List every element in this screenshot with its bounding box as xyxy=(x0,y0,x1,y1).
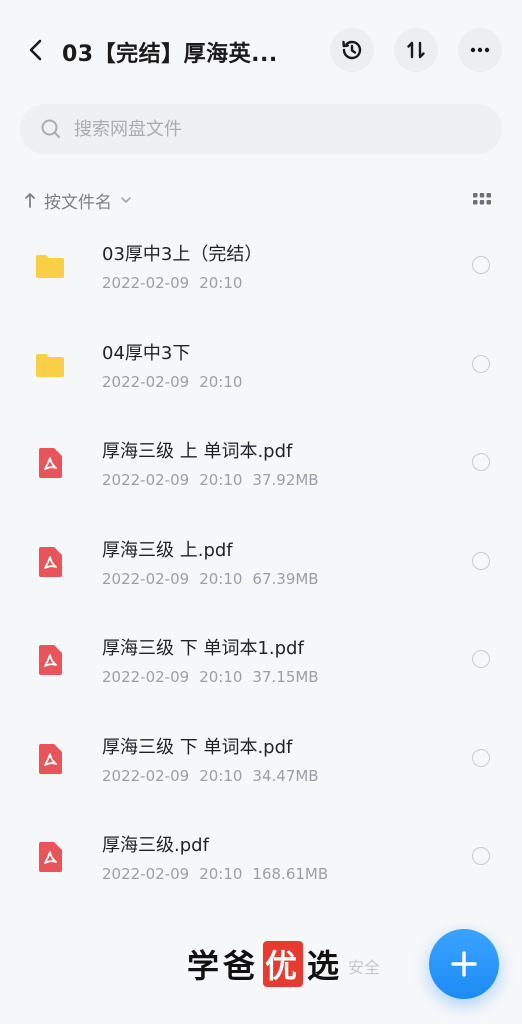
back-button[interactable] xyxy=(18,32,54,68)
select-radio[interactable] xyxy=(472,354,490,373)
file-size: 37.92MB xyxy=(252,471,319,489)
file-name: 厚海三级 上 单词本.pdf xyxy=(102,441,293,462)
watermark-text-highlight: 优 xyxy=(262,941,303,987)
file-name: 厚海三级 下 单词本.pdf xyxy=(102,736,293,758)
chevron-left-icon xyxy=(29,39,42,61)
pdf-file-icon xyxy=(39,645,62,675)
plus-icon xyxy=(451,951,477,977)
search-input[interactable] xyxy=(74,118,454,140)
file-time: 20:10 xyxy=(199,668,243,686)
select-radio[interactable] xyxy=(472,748,490,767)
watermark-logo: 学爸 优 选 xyxy=(187,941,343,987)
file-time: 20:10 xyxy=(199,274,243,292)
history-button[interactable] xyxy=(330,28,374,72)
list-item[interactable]: 厚海三级 上.pdf 2022-02-09 20:10 67.39MB xyxy=(0,512,522,611)
file-time: 20:10 xyxy=(199,865,243,883)
search-icon xyxy=(41,119,60,138)
select-radio[interactable] xyxy=(472,650,490,668)
list-item[interactable]: 厚海三级.pdf 2022-02-09 20:10 168.61MB xyxy=(0,807,522,906)
folder-icon xyxy=(36,353,64,377)
watermark-text-post: 选 xyxy=(307,947,344,985)
file-date: 2022-02-09 xyxy=(102,766,190,785)
pdf-file-icon xyxy=(39,842,62,872)
list-item[interactable]: 03厚中3上（完结） 2022-02-09 20:10 xyxy=(0,216,522,315)
select-radio[interactable] xyxy=(472,847,490,865)
select-radio[interactable] xyxy=(472,256,490,274)
file-size: 37.15MB xyxy=(252,668,319,686)
file-time: 20:10 xyxy=(199,471,243,489)
select-radio[interactable] xyxy=(472,551,490,570)
more-button[interactable] xyxy=(458,28,502,72)
sort-bar: 按文件名 xyxy=(24,186,498,214)
file-date: 2022-02-09 xyxy=(102,471,190,489)
pdf-file-icon xyxy=(39,743,62,774)
file-meta: 2022-02-09 20:10 37.92MB xyxy=(102,471,329,489)
add-button[interactable] xyxy=(429,929,499,999)
file-name: 厚海三级 下 单词本1.pdf xyxy=(102,638,304,659)
file-meta: 2022-02-09 20:10 67.39MB xyxy=(102,570,329,588)
file-name: 03厚中3上（完结） xyxy=(102,244,263,265)
file-name: 厚海三级.pdf xyxy=(102,835,209,856)
file-list: 03厚中3上（完结） 2022-02-09 20:10 04厚中3下 2022-0… xyxy=(0,216,522,906)
file-date: 2022-02-09 xyxy=(102,569,190,588)
file-meta: 2022-02-09 20:10 xyxy=(102,373,262,391)
more-horizontal-icon xyxy=(470,47,490,53)
chevron-down-icon[interactable] xyxy=(120,195,132,205)
file-meta: 2022-02-09 20:10 168.61MB xyxy=(102,865,338,883)
pdf-file-icon xyxy=(39,448,62,478)
file-meta: 2022-02-09 20:10 xyxy=(102,274,262,292)
list-item[interactable]: 厚海三级 下 单词本1.pdf 2022-02-09 20:10 37.15MB xyxy=(0,610,522,709)
file-date: 2022-02-09 xyxy=(102,372,190,391)
file-time: 20:10 xyxy=(199,569,243,588)
folder-icon xyxy=(36,255,64,278)
list-item[interactable]: 厚海三级 上 单词本.pdf 2022-02-09 20:10 37.92MB xyxy=(0,413,522,512)
sort-arrow-up-icon[interactable] xyxy=(24,191,36,209)
top-bar: 03【完结】厚海英... xyxy=(0,22,522,80)
file-name: 04厚中3下 xyxy=(102,342,191,364)
select-radio[interactable] xyxy=(472,453,490,471)
sort-by-name-button[interactable]: 按文件名 xyxy=(44,188,112,213)
file-size: 168.61MB xyxy=(252,865,329,883)
file-size: 34.47MB xyxy=(252,766,319,785)
list-item[interactable]: 厚海三级 下 单词本.pdf 2022-02-09 20:10 34.47MB xyxy=(0,709,522,808)
up-down-arrows-icon xyxy=(407,41,425,59)
file-date: 2022-02-09 xyxy=(102,274,190,292)
pdf-file-icon xyxy=(39,546,62,577)
search-bar[interactable] xyxy=(20,104,502,154)
file-size: 67.39MB xyxy=(252,569,319,588)
clock-history-icon xyxy=(342,40,362,60)
watermark-text-pre: 学爸 xyxy=(186,947,259,985)
transfer-button[interactable] xyxy=(394,28,438,72)
page-title: 03【完结】厚海英... xyxy=(62,42,278,67)
grid-view-icon[interactable] xyxy=(472,192,492,206)
file-name: 厚海三级 上.pdf xyxy=(102,539,233,561)
file-time: 20:10 xyxy=(199,372,243,391)
file-date: 2022-02-09 xyxy=(102,668,190,686)
file-time: 20:10 xyxy=(199,766,243,785)
list-item[interactable]: 04厚中3下 2022-02-09 20:10 xyxy=(0,315,522,414)
watermark: 安全 学爸 优 选 xyxy=(140,936,390,992)
file-meta: 2022-02-09 20:10 37.15MB xyxy=(102,668,329,686)
file-meta: 2022-02-09 20:10 34.47MB xyxy=(102,767,329,785)
file-date: 2022-02-09 xyxy=(102,865,190,883)
